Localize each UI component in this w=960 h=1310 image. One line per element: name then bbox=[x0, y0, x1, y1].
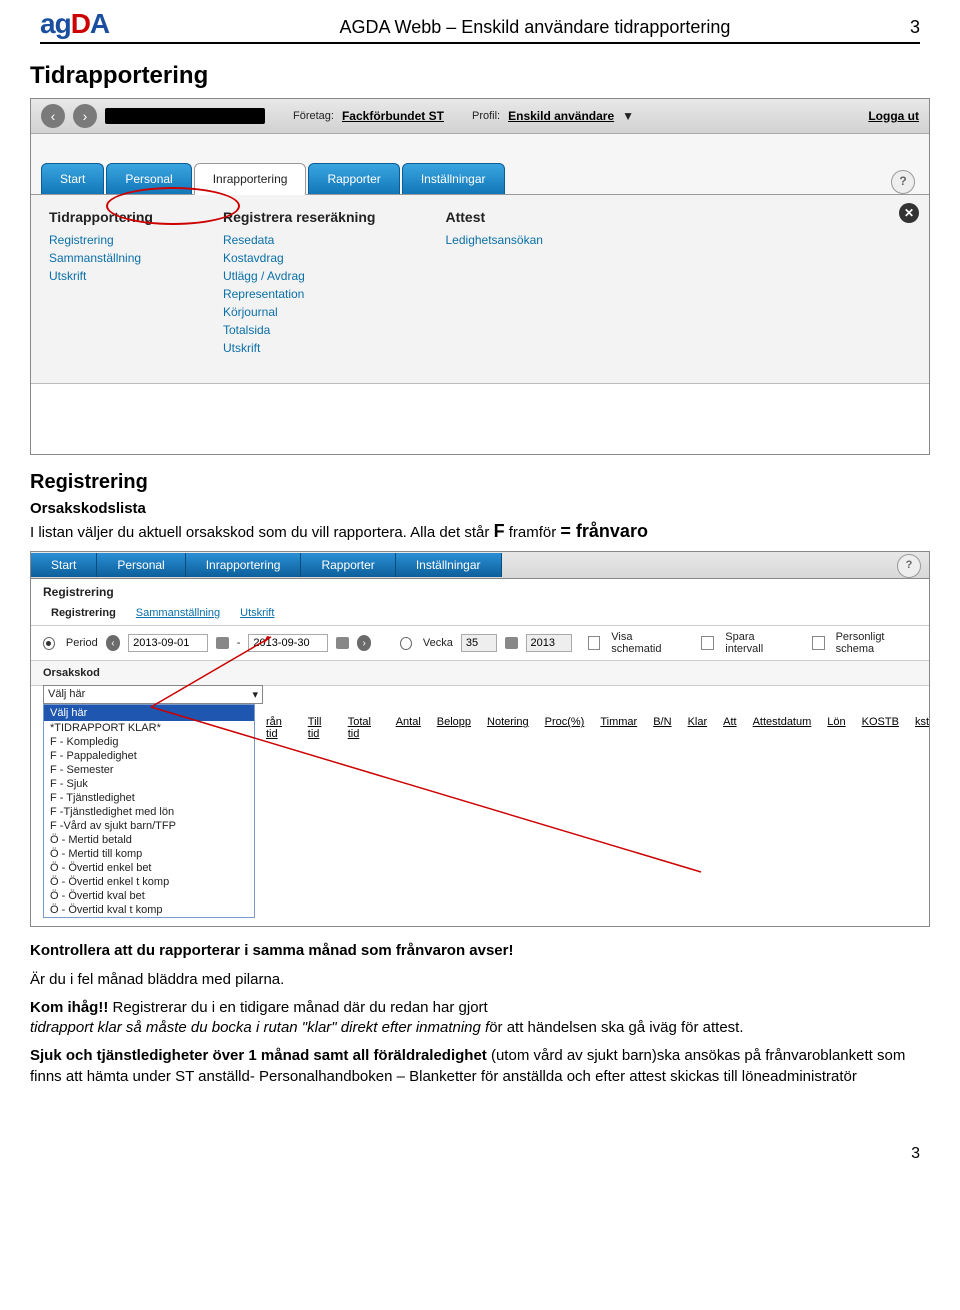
page-footer-num: 3 bbox=[0, 1145, 920, 1163]
para-kontrollera: Kontrollera att du rapporterar i samma m… bbox=[30, 941, 930, 961]
lbl-schematid: Visa schematid bbox=[611, 631, 678, 655]
subtab-registrering[interactable]: Registrering bbox=[51, 607, 116, 619]
breadcrumb: Registrering bbox=[31, 579, 929, 605]
menu-registrering[interactable]: Registrering bbox=[49, 231, 153, 249]
chk-personligt[interactable] bbox=[812, 636, 825, 650]
menu-kostavdrag[interactable]: Kostavdrag bbox=[223, 249, 376, 267]
profile-label: Profil: bbox=[472, 110, 500, 122]
menu-heading-reserakning: Registrera reseräkning bbox=[223, 209, 376, 225]
calendar-icon-2[interactable] bbox=[336, 637, 349, 649]
dd-item[interactable]: F -Tjänstledighet med lön bbox=[44, 805, 254, 819]
period-prev-icon[interactable]: ‹ bbox=[106, 635, 120, 651]
tab-personal[interactable]: Personal bbox=[106, 163, 191, 194]
para-komihag: Kom ihåg!! Registrerar du i en tidigare … bbox=[30, 998, 930, 1039]
menu-utskrift2[interactable]: Utskrift bbox=[223, 339, 376, 357]
menu-resedata[interactable]: Resedata bbox=[223, 231, 376, 249]
vecka-label: Vecka bbox=[423, 637, 453, 649]
chk-schematid[interactable] bbox=[588, 636, 601, 650]
dd-item[interactable]: Ö - Övertid kval bet bbox=[44, 889, 254, 903]
tab2-installningar[interactable]: Inställningar bbox=[396, 553, 502, 577]
period-next-icon[interactable]: › bbox=[357, 635, 371, 651]
dd-item[interactable]: Ö - Mertid till komp bbox=[44, 847, 254, 861]
lbl-spara: Spara intervall bbox=[725, 631, 788, 655]
tab-start[interactable]: Start bbox=[41, 163, 104, 194]
subtab-utskrift[interactable]: Utskrift bbox=[240, 607, 274, 619]
nav-back-icon[interactable]: ‹ bbox=[41, 104, 65, 128]
table-header: rån tidTill tidTotal tid AntalBeloppNote… bbox=[266, 716, 929, 740]
vecka-input[interactable] bbox=[461, 634, 497, 652]
screenshot-registrering: Start Personal Inrapportering Rapporter … bbox=[30, 551, 930, 927]
para-bladdra: Är du i fel månad bläddra med pilarna. bbox=[30, 970, 930, 990]
tab2-personal[interactable]: Personal bbox=[97, 553, 185, 577]
dd-valj[interactable]: Välj här bbox=[44, 705, 254, 721]
date-from-input[interactable] bbox=[128, 634, 208, 652]
dd-item[interactable]: F - Kompledig bbox=[44, 735, 254, 749]
menu-heading-attest: Attest bbox=[446, 209, 543, 225]
tab-installningar[interactable]: Inställningar bbox=[402, 163, 505, 194]
company-label: Företag: bbox=[293, 110, 334, 122]
chk-spara[interactable] bbox=[701, 636, 714, 650]
menu-ledighetsansokan[interactable]: Ledighetsansökan bbox=[446, 231, 543, 249]
dd-item[interactable]: F - Sjuk bbox=[44, 777, 254, 791]
dd-item[interactable]: Ö - Övertid enkel bet bbox=[44, 861, 254, 875]
profile-link[interactable]: Enskild användare bbox=[508, 109, 614, 123]
nav-forward-icon[interactable]: › bbox=[73, 104, 97, 128]
dd-item[interactable]: F - Tjänstledighet bbox=[44, 791, 254, 805]
heading-tidrapportering: Tidrapportering bbox=[30, 62, 930, 90]
chevron-down-icon: ▾ bbox=[252, 688, 258, 701]
chevron-down-icon[interactable]: ▼ bbox=[622, 109, 634, 123]
dd-item[interactable]: *TIDRAPPORT KLAR* bbox=[44, 721, 254, 735]
dd-item[interactable]: Ö - Mertid betald bbox=[44, 833, 254, 847]
logo: agDA bbox=[40, 8, 160, 40]
para-sjuk: Sjuk och tjänstledigheter över 1 månad s… bbox=[30, 1046, 930, 1087]
doc-header-title: AGDA Webb – Enskild användare tidrapport… bbox=[160, 17, 910, 40]
heading-orsakskodslista: Orsakskodslista bbox=[30, 500, 930, 517]
radio-period[interactable] bbox=[43, 637, 55, 650]
redacted-name bbox=[105, 108, 265, 124]
company-link[interactable]: Fackförbundet ST bbox=[342, 109, 444, 123]
orsakskod-select[interactable]: Välj här▾ bbox=[43, 685, 263, 704]
screenshot-navigation: ‹ › Företag: Fackförbundet ST Profil: En… bbox=[30, 98, 930, 455]
calendar-icon-3[interactable] bbox=[505, 637, 518, 649]
tab-rapporter[interactable]: Rapporter bbox=[308, 163, 399, 194]
date-to-input[interactable] bbox=[248, 634, 328, 652]
help-icon[interactable]: ? bbox=[891, 170, 915, 194]
subtab-sammanstallning[interactable]: Sammanställning bbox=[136, 607, 220, 619]
year-input[interactable] bbox=[526, 634, 572, 652]
dd-item[interactable]: Ö - Övertid enkel t komp bbox=[44, 875, 254, 889]
lbl-personligt: Personligt schema bbox=[836, 631, 917, 655]
dash: - bbox=[237, 637, 241, 649]
dd-item[interactable]: F -Vård av sjukt barn/TFP bbox=[44, 819, 254, 833]
menu-sammanstallning[interactable]: Sammanställning bbox=[49, 249, 153, 267]
close-icon[interactable]: ✕ bbox=[899, 203, 919, 223]
tab2-start[interactable]: Start bbox=[31, 553, 97, 577]
menu-totalsida[interactable]: Totalsida bbox=[223, 321, 376, 339]
orsakskod-label: Orsakskod bbox=[31, 661, 929, 686]
menu-utlagg[interactable]: Utlägg / Avdrag bbox=[223, 267, 376, 285]
menu-representation[interactable]: Representation bbox=[223, 285, 376, 303]
logout-link[interactable]: Logga ut bbox=[868, 109, 919, 123]
orsakskod-dropdown[interactable]: Välj här *TIDRAPPORT KLAR* F - Kompledig… bbox=[43, 704, 255, 918]
menu-utskrift[interactable]: Utskrift bbox=[49, 267, 153, 285]
doc-header-pagenum: 3 bbox=[910, 17, 920, 40]
dd-item[interactable]: F - Pappaledighet bbox=[44, 749, 254, 763]
menu-korjournal[interactable]: Körjournal bbox=[223, 303, 376, 321]
radio-vecka[interactable] bbox=[400, 637, 412, 650]
calendar-icon[interactable] bbox=[216, 637, 229, 649]
help-icon-2[interactable]: ? bbox=[897, 554, 921, 578]
dd-item[interactable]: Ö - Övertid kval t komp bbox=[44, 903, 254, 917]
para-intro: I listan väljer du aktuell orsakskod som… bbox=[30, 519, 930, 543]
period-label: Period bbox=[66, 637, 98, 649]
tab2-rapporter[interactable]: Rapporter bbox=[301, 553, 395, 577]
dd-item[interactable]: F - Semester bbox=[44, 763, 254, 777]
menu-heading-tidrapportering: Tidrapportering bbox=[49, 209, 153, 225]
heading-registrering: Registrering bbox=[30, 471, 930, 494]
tab2-inrapportering[interactable]: Inrapportering bbox=[186, 553, 302, 577]
tab-inrapportering[interactable]: Inrapportering bbox=[194, 163, 307, 195]
